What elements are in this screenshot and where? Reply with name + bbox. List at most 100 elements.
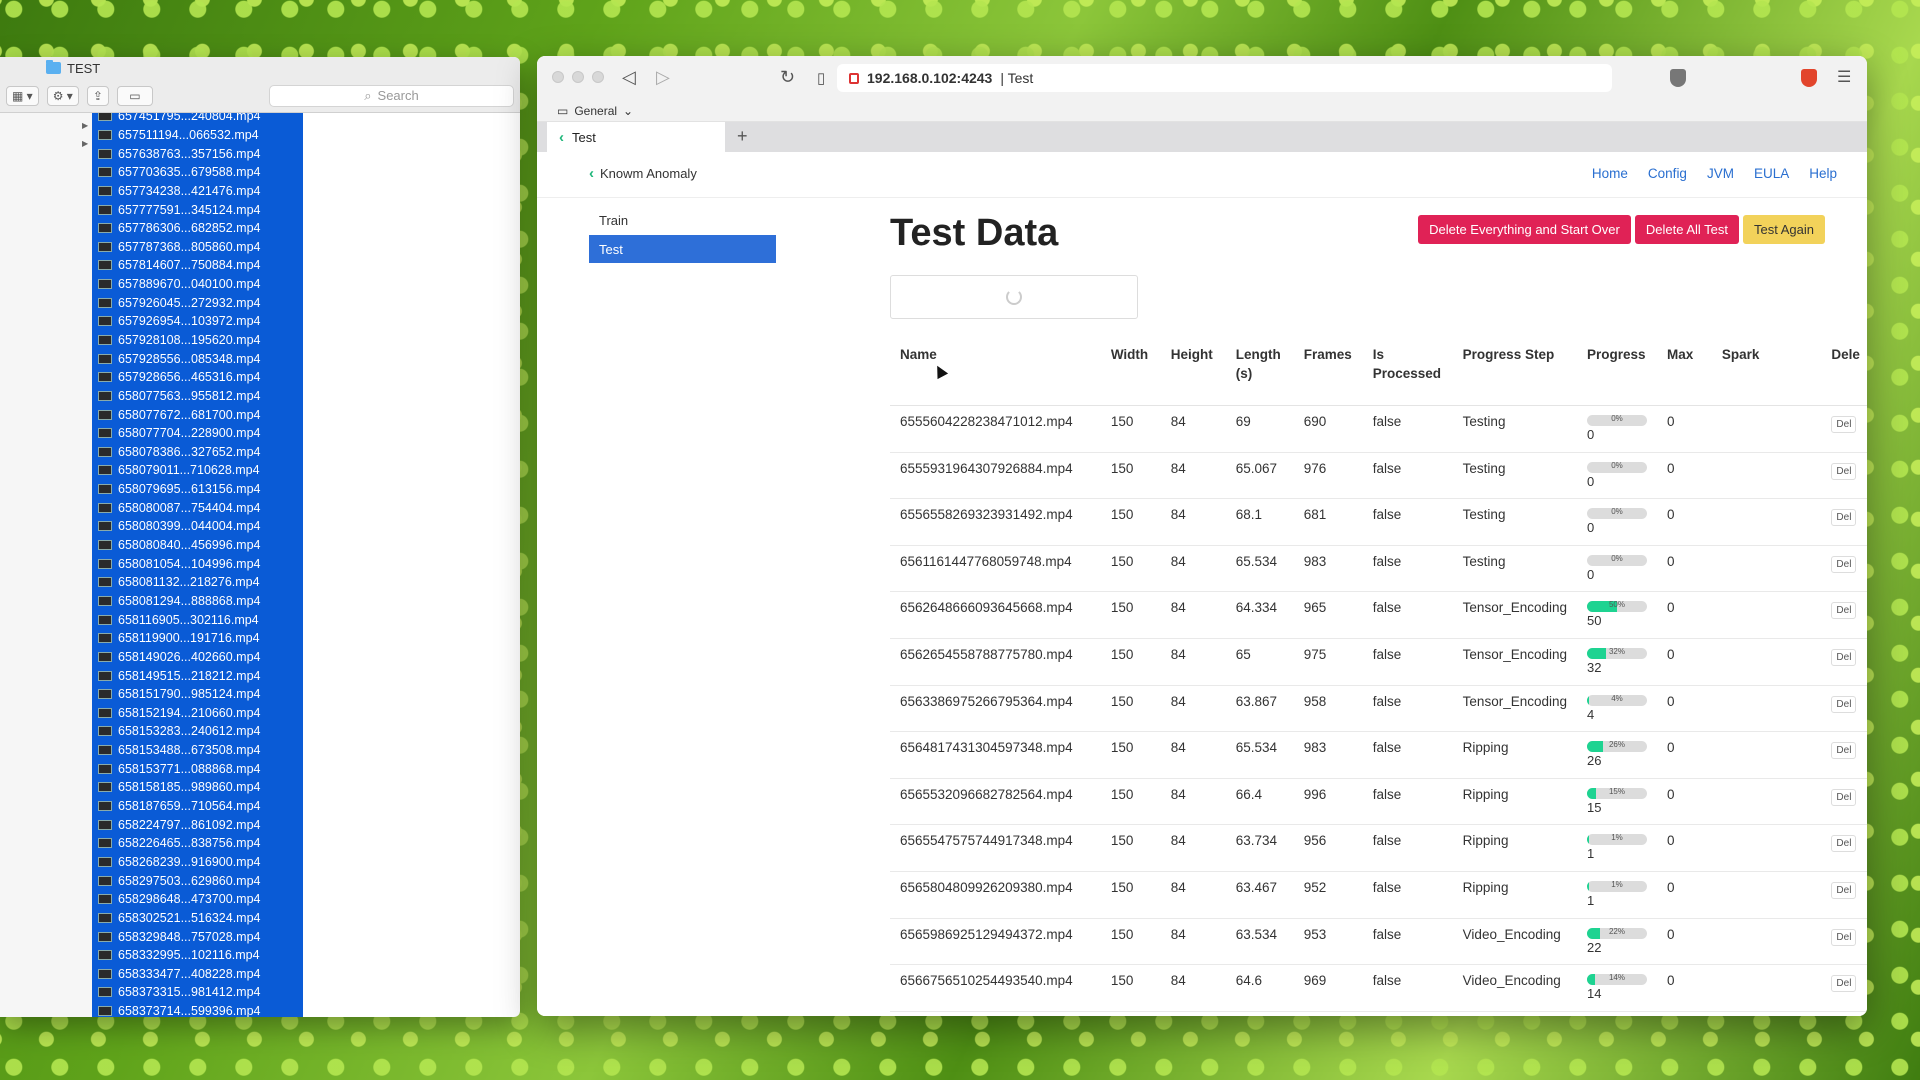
tag-button[interactable]: ▭ [116,85,153,106]
brand[interactable]: ‹ Knowm Anomaly [589,165,697,182]
file-list-item[interactable]: 658078386...327652.mp4 [92,442,303,462]
nav-eula[interactable]: EULA [1754,166,1789,181]
file-list-item[interactable]: 657511194...066532.mp4 [92,125,303,145]
column-header-height[interactable]: Height [1160,332,1226,406]
file-list-item[interactable]: 658079695...613156.mp4 [92,479,303,499]
file-list-item[interactable]: 657703635...679588.mp4 [92,162,303,182]
file-list-item[interactable]: 658302521...516324.mp4 [92,908,303,928]
delete-row-button[interactable]: Del [1831,555,1857,573]
column-header-max[interactable]: Max [1657,332,1712,406]
disclosure-triangle-icon[interactable]: ▶ [82,139,88,148]
file-list-item[interactable]: 657889670...040100.mp4 [92,274,303,294]
disclosure-triangle-icon[interactable]: ▶ [82,121,88,130]
file-list-item[interactable]: 658298648...473700.mp4 [92,889,303,909]
file-list-item[interactable]: 658080087...754404.mp4 [92,498,303,518]
tab-test[interactable]: ‹ Test [547,122,725,152]
file-list-item[interactable]: 658224797...861092.mp4 [92,815,303,834]
file-list-item[interactable]: 657928556...085348.mp4 [92,349,303,368]
file-list-item[interactable]: 658158185...989860.mp4 [92,778,303,797]
minimize-window-button[interactable] [572,71,584,83]
file-list-item[interactable]: 657928108...195620.mp4 [92,330,303,350]
file-list-item[interactable]: 657734238...421476.mp4 [92,181,303,201]
test-again-button[interactable]: Test Again [1743,215,1825,244]
address-bar[interactable]: 192.168.0.102:4243 | Test [837,64,1612,92]
nav-home[interactable]: Home [1592,166,1628,181]
brave-shield-icon[interactable] [1670,69,1686,87]
file-list-item[interactable]: 658081054...104996.mp4 [92,554,303,574]
new-tab-button[interactable]: + [737,126,748,147]
file-list-item[interactable]: 658332995...102116.mp4 [92,945,303,965]
delete-row-button[interactable]: Del [1831,509,1857,527]
file-list-item[interactable]: 658153771...088868.mp4 [92,759,303,779]
file-list-item[interactable]: 658152194...210660.mp4 [92,703,303,723]
delete-row-button[interactable]: Del [1831,788,1857,806]
forward-icon[interactable]: ▷ [656,67,670,88]
delete-row-button[interactable]: Del [1831,742,1857,760]
sidebar-item-test[interactable]: Test [589,235,776,263]
file-list-item[interactable]: 657786306...682852.mp4 [92,218,303,238]
file-list-item[interactable]: 657777591...345124.mp4 [92,200,303,219]
column-header-length[interactable]: Length (s) [1225,332,1294,406]
menu-icon[interactable]: ☰ [1837,67,1851,87]
file-list-item[interactable]: 658151790...985124.mp4 [92,684,303,704]
column-header-progress-step[interactable]: Progress Step [1452,332,1577,406]
file-list-item[interactable]: 658077672...681700.mp4 [92,405,303,424]
file-list-item[interactable]: 657638763...357156.mp4 [92,144,303,163]
file-list-item[interactable]: 657451795...240804.mp4 [92,113,303,126]
action-menu-button[interactable]: ⚙ ▾ [46,85,79,106]
delete-row-button[interactable]: Del [1831,648,1857,666]
file-list-item[interactable]: 658329848...757028.mp4 [92,927,303,946]
file-list-item[interactable]: 658187659...710564.mp4 [92,796,303,816]
upload-dropzone[interactable] [890,275,1138,319]
file-list-item[interactable]: 658081294...888868.mp4 [92,591,303,611]
sidebar-item-train[interactable]: Train [589,206,776,234]
column-header-frames[interactable]: Frames [1293,332,1363,406]
zoom-window-button[interactable] [592,71,604,83]
reload-icon[interactable]: ↻ [780,67,795,88]
file-list-item[interactable]: 658297503...629860.mp4 [92,871,303,890]
column-header-spark[interactable]: Spark [1711,332,1822,406]
nav-config[interactable]: Config [1648,166,1687,181]
bookmark-folder-general[interactable]: General [574,104,617,118]
file-list-item[interactable]: 658268239...916900.mp4 [92,852,303,872]
file-list-item[interactable]: 658149515...218212.mp4 [92,666,303,685]
delete-row-button[interactable]: Del [1831,881,1857,899]
finder-search-input[interactable]: ⌕ Search [269,84,514,107]
file-list-item[interactable]: 657926045...272932.mp4 [92,293,303,313]
file-list-item[interactable]: 658373315...981412.mp4 [92,983,303,1002]
delete-row-button[interactable]: Del [1831,602,1857,620]
file-list-item[interactable]: 657787368...805860.mp4 [92,237,303,257]
file-list-item[interactable]: 658333477...408228.mp4 [92,964,303,984]
delete-row-button[interactable]: Del [1831,695,1857,713]
file-list-item[interactable]: 658077704...228900.mp4 [92,423,303,443]
file-list-item[interactable]: 657926954...103972.mp4 [92,312,303,331]
file-list-item[interactable]: 658153488...673508.mp4 [92,740,303,760]
delete-everything-button[interactable]: Delete Everything and Start Over [1418,215,1631,244]
file-list-item[interactable]: 658079011...710628.mp4 [92,461,303,480]
file-list-item[interactable]: 658119900...191716.mp4 [92,628,303,648]
bookmark-icon[interactable]: ▯ [817,69,825,87]
delete-row-button[interactable]: Del [1831,835,1857,853]
column-header-is-processed[interactable]: Is Processed [1362,332,1453,406]
file-list-item[interactable]: 658081132...218276.mp4 [92,573,303,592]
column-header-progress[interactable]: Progress [1577,332,1657,406]
column-header-delete[interactable]: Dele [1821,332,1867,406]
file-list-item[interactable]: 658149026...402660.mp4 [92,647,303,667]
nav-jvm[interactable]: JVM [1707,166,1734,181]
file-list-item[interactable]: 657814607...750884.mp4 [92,256,303,275]
file-list-item[interactable]: 658153283...240612.mp4 [92,722,303,741]
delete-row-button[interactable]: Del [1831,928,1857,946]
delete-all-test-button[interactable]: Delete All Test [1634,215,1739,244]
brave-lion-icon[interactable] [1801,69,1817,87]
column-header-width[interactable]: Width [1100,332,1161,406]
close-window-button[interactable] [552,71,564,83]
nav-help[interactable]: Help [1809,166,1837,181]
file-list-item[interactable]: 658077563...955812.mp4 [92,386,303,406]
file-list-item[interactable]: 658226465...838756.mp4 [92,833,303,853]
delete-row-button[interactable]: Del [1831,975,1857,993]
file-list-item[interactable]: 658116905...302116.mp4 [92,610,303,629]
share-button[interactable]: ⇪ [86,85,109,106]
view-mode-button[interactable]: ▦ ▾ [6,85,39,106]
delete-row-button[interactable]: Del [1831,416,1857,433]
file-list-item[interactable]: 658080399...044004.mp4 [92,517,303,536]
